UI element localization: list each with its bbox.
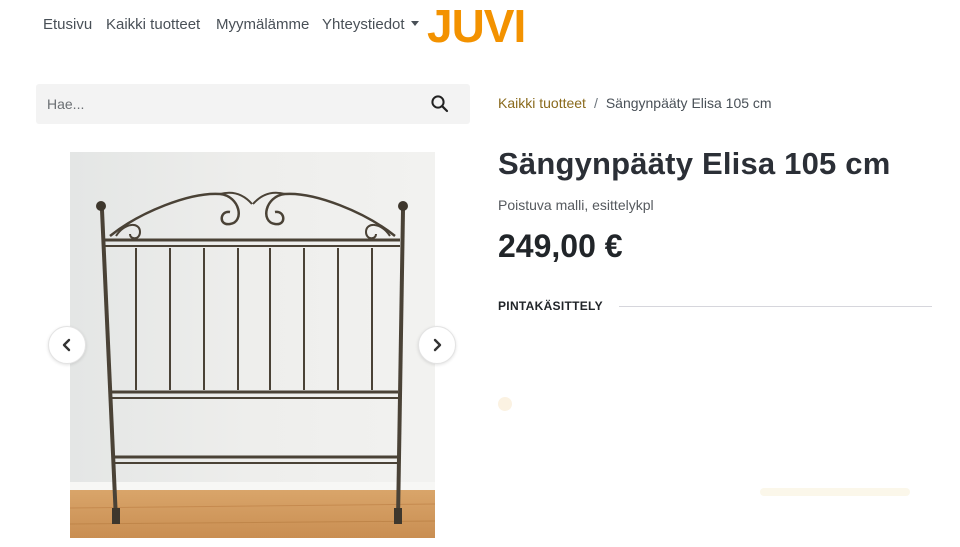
- breadcrumb-separator: /: [593, 95, 598, 111]
- nav-item-myymalamme[interactable]: Myymälämme: [216, 16, 309, 33]
- faded-element: [760, 488, 910, 496]
- product-image: [70, 152, 435, 538]
- nav-item-kaikki-tuotteet[interactable]: Kaikki tuotteet: [106, 16, 200, 33]
- breadcrumb-current: Sängynpääty Elisa 105 cm: [605, 95, 772, 111]
- carousel-next-button[interactable]: [418, 326, 456, 364]
- juvi-logo[interactable]: JUVI: [425, 0, 565, 46]
- product-price: 249,00 €: [498, 228, 623, 264]
- search-icon[interactable]: [430, 94, 450, 114]
- carousel-prev-button[interactable]: [48, 326, 86, 364]
- attribute-divider: [619, 306, 932, 307]
- product-subtitle: Poistuva malli, esittelykpl: [498, 197, 654, 213]
- variant-swatch[interactable]: [498, 397, 512, 411]
- breadcrumb: Kaikki tuotteet / Sängynpääty Elisa 105 cm: [498, 95, 772, 111]
- logo-text: JUVI: [427, 0, 525, 46]
- nav-item-yhteystiedot[interactable]: Yhteystiedot: [322, 16, 419, 33]
- attribute-label-pintakasittely: PINTAKÄSITTELY: [498, 299, 603, 313]
- chevron-left-icon: [62, 338, 71, 352]
- breadcrumb-link-kaikki-tuotteet[interactable]: Kaikki tuotteet: [498, 95, 586, 111]
- search-bar: [36, 84, 470, 124]
- nav-item-yhteystiedot-label: Yhteystiedot: [322, 16, 405, 33]
- nav-item-etusivu[interactable]: Etusivu: [43, 16, 92, 33]
- product-title: Sängynpääty Elisa 105 cm: [498, 146, 891, 181]
- search-input[interactable]: [36, 84, 426, 124]
- dropdown-caret-icon: [410, 21, 419, 26]
- headboard-photo: [70, 152, 435, 538]
- chevron-right-icon: [433, 338, 442, 352]
- top-navbar: Etusivu Kaikki tuotteet Myymälämme Yhtey…: [0, 0, 960, 52]
